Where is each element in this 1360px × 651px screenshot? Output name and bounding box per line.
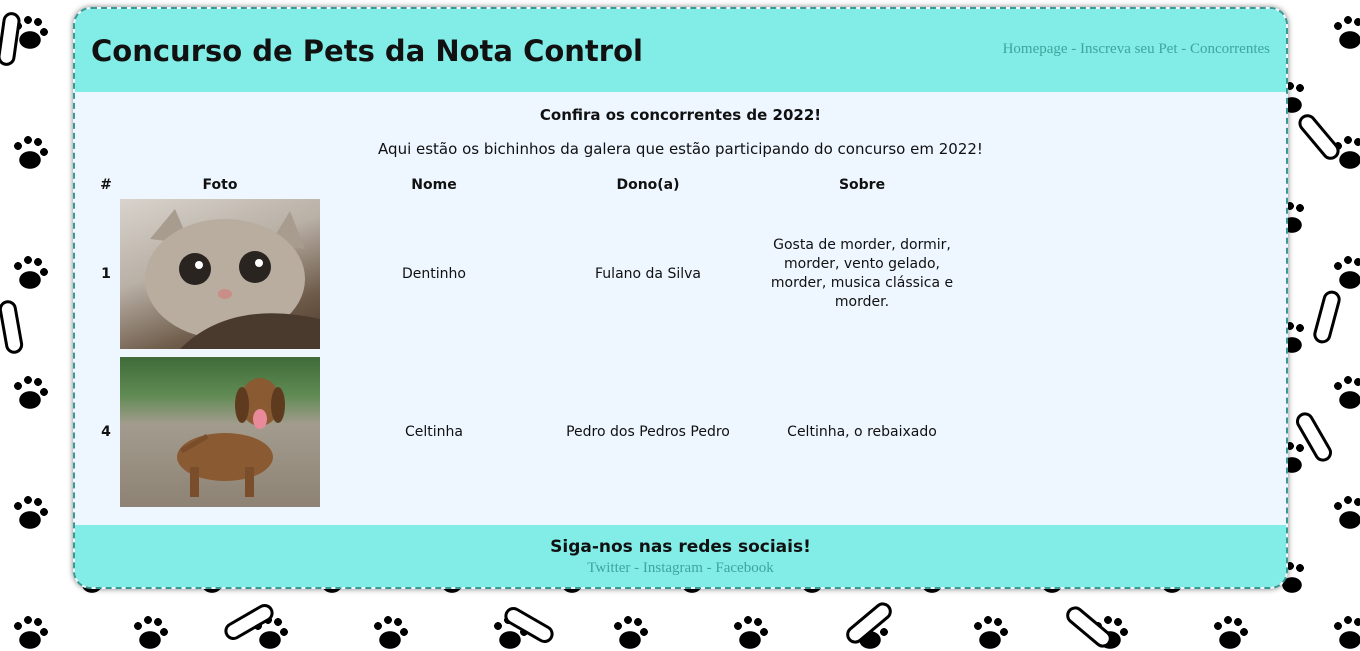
table-header-row: # Foto Nome Dono(a) Sobre bbox=[92, 175, 976, 195]
nav-separator: - bbox=[1181, 41, 1187, 57]
content: Confira os concorrentes de 2022! Aqui es… bbox=[75, 106, 1286, 511]
section-title: Confira os concorrentes de 2022! bbox=[539, 106, 822, 124]
bone-icon bbox=[221, 600, 277, 644]
bone-icon bbox=[1062, 602, 1116, 651]
pet-name: Dentinho bbox=[402, 266, 466, 282]
col-header-nome: Nome bbox=[411, 177, 457, 193]
twitter-link[interactable]: Twitter bbox=[587, 560, 630, 576]
link-separator: - bbox=[634, 560, 640, 576]
footer-title: Siga-nos nas redes sociais! bbox=[550, 537, 811, 557]
main-nav: Homepage - Inscreva seu Pet - Concorrent… bbox=[1003, 41, 1270, 58]
table-row: 1 Dentinho Fulano da Silva Gosta de mord… bbox=[92, 195, 976, 353]
row-number: 1 bbox=[101, 266, 111, 282]
nav-link-concorrentes[interactable]: Concorrentes bbox=[1190, 41, 1270, 57]
dachshund-photo bbox=[120, 357, 320, 507]
cat-photo bbox=[120, 199, 320, 349]
col-header-sobre: Sobre bbox=[838, 177, 886, 193]
pet-about-text: Gosta de morder, dormir, morder, vento g… bbox=[770, 237, 954, 310]
owner-name: Fulano da Silva bbox=[595, 266, 701, 282]
pet-about-text: Celtinha, o rebaixado bbox=[787, 423, 937, 440]
nav-separator: - bbox=[1071, 41, 1077, 57]
social-links: Twitter - Instagram - Facebook bbox=[75, 560, 1286, 577]
owner-name: Pedro dos Pedros Pedro bbox=[566, 424, 730, 440]
row-number: 4 bbox=[101, 424, 111, 440]
nav-link-homepage[interactable]: Homepage bbox=[1003, 41, 1068, 57]
instagram-link[interactable]: Instagram bbox=[643, 560, 703, 576]
col-header-foto: Foto bbox=[202, 177, 238, 193]
dog-illustration bbox=[177, 378, 285, 497]
col-header-dono: Dono(a) bbox=[616, 177, 680, 193]
contestants-table: # Foto Nome Dono(a) Sobre 1 Dentinho Ful… bbox=[92, 175, 976, 511]
page-title: Concurso de Pets da Nota Control bbox=[91, 33, 643, 68]
photo-cell bbox=[120, 353, 320, 511]
section-subtitle: Aqui estão os bichinhos da galera que es… bbox=[378, 140, 983, 158]
photo-cell bbox=[120, 195, 320, 353]
cat-illustration bbox=[145, 209, 320, 349]
bone-icon bbox=[501, 603, 557, 647]
bone-icon bbox=[842, 598, 896, 648]
site-footer: Siga-nos nas redes sociais! Twitter - In… bbox=[75, 525, 1286, 587]
pet-about: Celtinha, o rebaixado bbox=[748, 353, 976, 511]
bone-icon bbox=[0, 298, 25, 356]
bone-icon bbox=[1311, 288, 1343, 346]
bone-icon bbox=[1292, 409, 1336, 465]
table-row: 4 Celtinha Pedro dos Pedros Pedro Celtin… bbox=[92, 353, 976, 511]
nav-link-inscreva[interactable]: Inscreva seu Pet bbox=[1080, 41, 1177, 57]
facebook-link[interactable]: Facebook bbox=[715, 560, 773, 576]
link-separator: - bbox=[706, 560, 712, 576]
site-header: Concurso de Pets da Nota Control Homepag… bbox=[75, 9, 1286, 92]
pet-name: Celtinha bbox=[405, 424, 463, 440]
col-header-number: # bbox=[100, 177, 112, 193]
pet-about: Gosta de morder, dormir, morder, vento g… bbox=[748, 195, 976, 353]
bone-icon bbox=[1294, 110, 1344, 164]
bone-icon bbox=[0, 11, 22, 67]
page-container: Concurso de Pets da Nota Control Homepag… bbox=[73, 7, 1288, 589]
